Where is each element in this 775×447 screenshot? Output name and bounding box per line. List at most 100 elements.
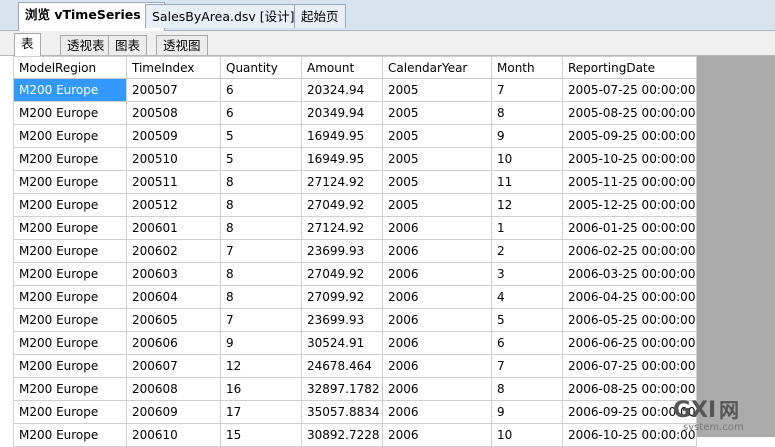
table-cell[interactable]: 200601 [126, 216, 221, 240]
tab-start-page[interactable]: 起始页 [294, 4, 346, 28]
table-cell[interactable]: 5 [220, 147, 302, 171]
table-row[interactable]: M200 Europe 200510 5 16949.95 2005 10 2005-10-… [13, 147, 697, 171]
table-cell[interactable]: 200511 [126, 170, 221, 194]
table-cell[interactable]: 2005 [382, 147, 492, 171]
column-header[interactable]: ReportingDate [562, 56, 697, 79]
table-cell[interactable]: 2006 [382, 377, 492, 401]
table-cell[interactable]: M200 Europe [13, 262, 127, 286]
table-row[interactable]: M200 Europe 200603 8 27049.92 2006 3 2006-03-2… [13, 262, 697, 286]
table-cell[interactable]: 12 [220, 354, 302, 378]
table-row[interactable]: M200 Europe 200604 8 27099.92 2006 4 2006-04-2… [13, 285, 697, 309]
table-cell[interactable]: 8 [220, 262, 302, 286]
table-cell[interactable]: 2006 [382, 423, 492, 447]
table-cell[interactable]: M200 Europe [13, 170, 127, 194]
table-cell[interactable]: 2005 [382, 124, 492, 148]
table-cell[interactable]: 8 [220, 170, 302, 194]
table-cell[interactable]: 23699.93 [301, 239, 383, 263]
table-cell[interactable]: 9 [220, 331, 302, 355]
table-cell[interactable]: 200609 [126, 400, 221, 424]
table-cell[interactable]: 3 [491, 262, 563, 286]
tab-pivot-table[interactable]: 透视表 [60, 35, 112, 55]
table-cell[interactable]: 2005-08-25 00:00:00Z [562, 101, 697, 125]
table-cell[interactable]: 4 [491, 285, 563, 309]
tab-table[interactable]: 表 [14, 33, 41, 56]
table-cell[interactable]: 2006 [382, 331, 492, 355]
table-cell[interactable]: 7 [491, 354, 563, 378]
table-cell[interactable]: M200 Europe [13, 239, 127, 263]
table-cell[interactable]: 30892.7228 [301, 423, 383, 447]
table-cell[interactable]: 6 [220, 101, 302, 125]
table-cell[interactable]: M200 Europe [13, 331, 127, 355]
column-header[interactable]: Amount [301, 56, 383, 79]
table-cell[interactable]: 5 [491, 308, 563, 332]
tab-chart[interactable]: 图表 [108, 35, 148, 55]
table-row[interactable]: M200 Europe 200610 15 30892.7228 2006 10 2006-… [13, 423, 697, 447]
table-cell[interactable]: 5 [220, 124, 302, 148]
column-header[interactable]: Quantity [220, 56, 302, 79]
table-cell[interactable]: M200 Europe [13, 423, 127, 447]
table-cell[interactable]: M200 Europe [13, 101, 127, 125]
table-cell[interactable]: M200 Europe [13, 216, 127, 240]
table-cell[interactable]: 2006 [382, 308, 492, 332]
table-cell[interactable]: M200 Europe [13, 354, 127, 378]
table-row[interactable]: M200 Europe 200601 8 27124.92 2006 1 2006-01-2… [13, 216, 697, 240]
table-cell[interactable]: 200508 [126, 101, 221, 125]
table-cell[interactable]: 2 [491, 239, 563, 263]
table-cell[interactable]: 2005-12-25 00:00:00Z [562, 193, 697, 217]
tab-pivot-chart[interactable]: 透视图 [156, 35, 208, 55]
table-cell[interactable]: 200602 [126, 239, 221, 263]
table-cell[interactable]: 2006 [382, 239, 492, 263]
table-cell[interactable]: 24678.464 [301, 354, 383, 378]
table-cell[interactable]: 2005-11-25 00:00:00Z [562, 170, 697, 194]
table-row[interactable]: M200 Europe 200508 6 20349.94 2005 8 2005-08-2… [13, 101, 697, 125]
table-cell[interactable]: 16949.95 [301, 124, 383, 148]
table-cell[interactable]: 2006 [382, 354, 492, 378]
table-cell[interactable]: 200608 [126, 377, 221, 401]
table-cell[interactable]: 8 [220, 216, 302, 240]
tab-browse-vtimeseries[interactable]: 浏览 vTimeSeries 表 [18, 2, 165, 31]
table-cell[interactable]: 11 [491, 170, 563, 194]
table-cell[interactable]: 2006-03-25 00:00:00Z [562, 262, 697, 286]
tab-salesbyarea-dsv[interactable]: SalesByArea.dsv [设计]* [145, 4, 308, 28]
table-cell[interactable]: M200 Europe [13, 308, 127, 332]
table-cell[interactable]: 20324.94 [301, 78, 383, 102]
table-cell[interactable]: 23699.93 [301, 308, 383, 332]
table-cell[interactable]: 27049.92 [301, 262, 383, 286]
table-cell[interactable]: 16 [220, 377, 302, 401]
table-cell[interactable]: 200610 [126, 423, 221, 447]
table-cell[interactable]: 27124.92 [301, 170, 383, 194]
table-cell[interactable]: 2005-07-25 00:00:00Z [562, 78, 697, 102]
table-cell[interactable]: 200510 [126, 147, 221, 171]
table-cell[interactable]: 27099.92 [301, 285, 383, 309]
table-cell[interactable]: 2005 [382, 78, 492, 102]
table-cell[interactable]: 8 [491, 101, 563, 125]
table-cell[interactable]: 2006-01-25 00:00:00Z [562, 216, 697, 240]
column-header[interactable]: TimeIndex [126, 56, 221, 79]
table-cell[interactable]: 2006 [382, 285, 492, 309]
table-cell[interactable]: 2005-10-25 00:00:00Z [562, 147, 697, 171]
table-cell[interactable]: 6 [491, 331, 563, 355]
table-cell[interactable]: M200 Europe [13, 400, 127, 424]
table-cell[interactable]: M200 Europe [13, 78, 127, 102]
table-row[interactable]: M200 Europe 200507 6 20324.94 2005 7 2005-07-2… [13, 78, 697, 102]
table-cell[interactable]: 9 [491, 124, 563, 148]
table-cell[interactable]: M200 Europe [13, 147, 127, 171]
table-cell[interactable]: 200607 [126, 354, 221, 378]
table-cell[interactable]: 2006 [382, 216, 492, 240]
column-header[interactable]: CalendarYear [382, 56, 492, 79]
table-cell[interactable]: 10 [491, 147, 563, 171]
table-cell[interactable]: M200 Europe [13, 193, 127, 217]
table-cell[interactable]: M200 Europe [13, 124, 127, 148]
column-header[interactable]: Month [491, 56, 563, 79]
table-cell[interactable]: 17 [220, 400, 302, 424]
table-cell[interactable]: 9 [491, 400, 563, 424]
table-cell[interactable]: 200604 [126, 285, 221, 309]
table-row[interactable]: M200 Europe 200602 7 23699.93 2006 2 2006-02-2… [13, 239, 697, 263]
table-cell[interactable]: 200509 [126, 124, 221, 148]
table-row[interactable]: M200 Europe 200607 12 24678.464 2006 7 2006-07… [13, 354, 697, 378]
table-cell[interactable]: 200605 [126, 308, 221, 332]
table-row[interactable]: M200 Europe 200608 16 32897.1782 2006 8 2006-0… [13, 377, 697, 401]
column-header[interactable]: ModelRegion [13, 56, 127, 79]
table-cell[interactable]: 32897.1782 [301, 377, 383, 401]
table-cell[interactable]: 2006-05-25 00:00:00Z [562, 308, 697, 332]
